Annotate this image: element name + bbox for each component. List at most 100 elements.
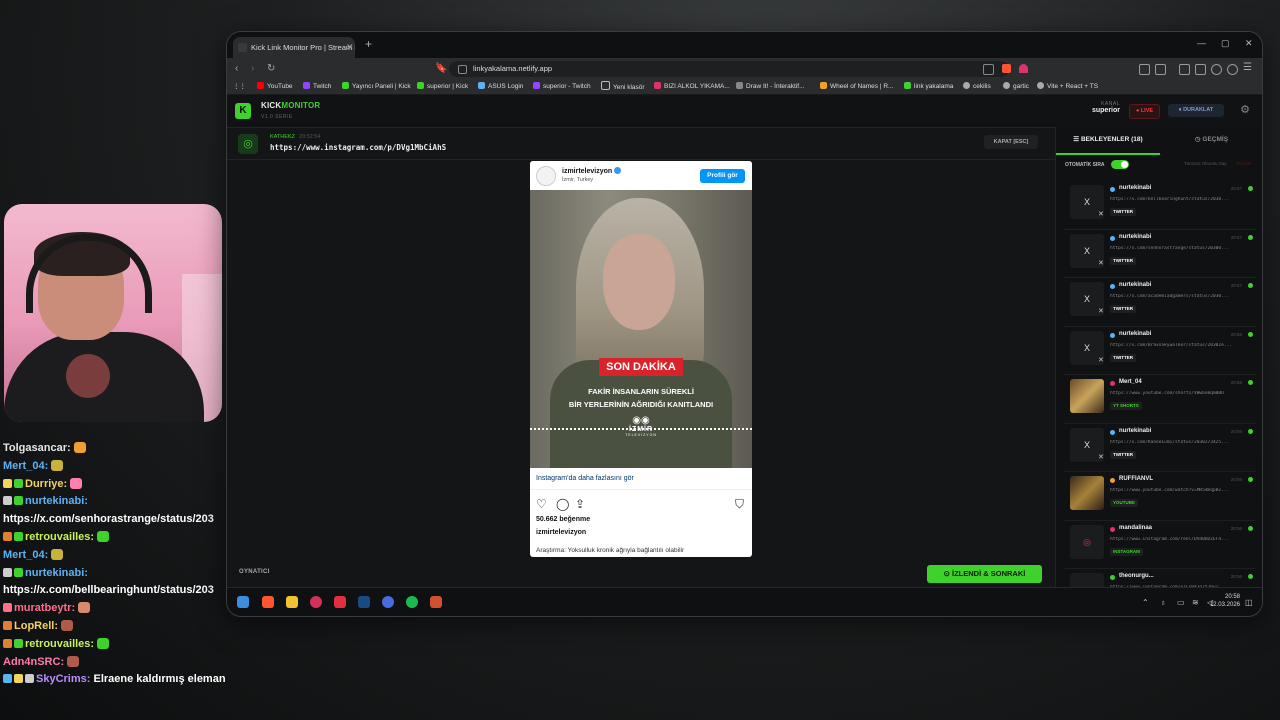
close-tab-icon[interactable]: ✕ bbox=[346, 37, 354, 58]
share-icon[interactable] bbox=[983, 64, 994, 75]
network-icon[interactable]: ▭ bbox=[1177, 598, 1185, 607]
forward-button[interactable]: › bbox=[251, 63, 254, 74]
app-icon[interactable] bbox=[382, 596, 394, 608]
instagram-embed[interactable]: izmirtelevizyon İzmir, Turkey Profili gö… bbox=[530, 161, 752, 557]
comment-icon[interactable]: ◯ bbox=[556, 497, 569, 511]
apps-icon[interactable]: ⋮⋮ bbox=[233, 81, 246, 93]
bookmark-folder[interactable]: Yeni klasör bbox=[601, 81, 645, 94]
maximize-button[interactable]: ▢ bbox=[1221, 38, 1230, 49]
sidebar-icon[interactable] bbox=[1179, 64, 1190, 75]
tab-favicon-icon bbox=[238, 43, 247, 52]
save-icon[interactable]: ⛉ bbox=[735, 497, 744, 512]
mark-all-read-button[interactable]: Tümünü Okundu Say bbox=[1184, 161, 1227, 166]
status-dot bbox=[1248, 380, 1253, 385]
brave-rewards-icon[interactable] bbox=[1019, 64, 1028, 73]
file-explorer-icon[interactable] bbox=[286, 596, 298, 608]
pause-button[interactable]: ⏸ DURAKLAT bbox=[1168, 104, 1224, 117]
wifi-icon[interactable]: ≋ bbox=[1192, 598, 1199, 607]
back-button[interactable]: ‹ bbox=[235, 63, 238, 74]
queue-item[interactable]: X ✕ nurtekinabi https://x.com/KanoeLumi/… bbox=[1064, 424, 1256, 472]
queue-panel: ☰ BEKLEYENLER (18) ◷ GEÇMİŞ OTOMATİK SIR… bbox=[1055, 127, 1262, 593]
queue-item[interactable]: ◎ mandalinaa https://www.instagram.com/r… bbox=[1064, 521, 1256, 569]
app-icon[interactable] bbox=[334, 596, 346, 608]
platform-dot bbox=[1110, 526, 1115, 532]
settings-icon[interactable]: ⚙ bbox=[1240, 103, 1250, 116]
watched-next-button[interactable]: ⊙ İZLENDİ & SONRAKİ bbox=[927, 565, 1042, 583]
bookmark-item[interactable]: Twitch bbox=[303, 81, 331, 93]
close-window-button[interactable]: ✕ bbox=[1245, 38, 1253, 49]
bookmark-item[interactable]: BIZI ALKOL YIKAMA... bbox=[654, 81, 730, 93]
wallet-icon[interactable] bbox=[1195, 64, 1206, 75]
post-location[interactable]: İzmir, Turkey bbox=[562, 177, 593, 183]
clear-button[interactable]: Temizle bbox=[1236, 161, 1251, 166]
bookmark-item[interactable]: YouTube bbox=[257, 81, 293, 93]
account-name[interactable]: izmirtelevizyon bbox=[562, 167, 622, 175]
view-more-link[interactable]: Instagram'da daha fazlasını gör bbox=[536, 475, 634, 482]
bookmark-item[interactable]: link yakalama bbox=[904, 81, 953, 93]
queue-item[interactable]: X ✕ nurtekinabi https://x.com/academiadg… bbox=[1064, 278, 1256, 327]
emote-icon bbox=[78, 602, 91, 614]
chat-line: Durriye: bbox=[0, 476, 226, 494]
app-icon[interactable] bbox=[430, 596, 442, 608]
spotify-icon[interactable] bbox=[406, 596, 418, 608]
bookmark-item[interactable]: Vite + React + TS bbox=[1037, 81, 1098, 93]
brave-browser-icon[interactable] bbox=[262, 596, 274, 608]
queue-time: 20:57 bbox=[1230, 283, 1242, 288]
url-field[interactable]: linkyakalama.netlify.app bbox=[449, 61, 1009, 77]
queue-item[interactable]: X ✕ nurtekinabi https://x.com/bellbearin… bbox=[1064, 181, 1256, 230]
post-image[interactable]: SON DAKİKA FAKİR İNSANLARIN SÜREKLİ BİR … bbox=[530, 190, 752, 468]
new-tab-button[interactable]: + bbox=[365, 37, 372, 51]
screenshot-icon[interactable] bbox=[1155, 64, 1166, 75]
bookmark-item[interactable]: ASUS Login bbox=[478, 81, 523, 93]
puzzle-icon[interactable] bbox=[1211, 64, 1222, 75]
bookmark-item[interactable]: cekilis bbox=[963, 81, 991, 93]
menu-icon[interactable]: ☰ bbox=[1243, 62, 1252, 73]
reload-icon[interactable]: ↻ bbox=[267, 63, 275, 74]
windows-start-icon[interactable] bbox=[237, 596, 249, 608]
chevron-up-icon[interactable]: ⌃ bbox=[1142, 598, 1149, 607]
queue-item[interactable]: X ✕ nurtekinabi https://x.com/senhorastr… bbox=[1064, 230, 1256, 278]
live-badge: ● LIVE bbox=[1129, 104, 1160, 119]
vpn-icon[interactable] bbox=[1227, 64, 1238, 75]
extension-icon[interactable] bbox=[1139, 64, 1150, 75]
embed-header: izmirtelevizyon İzmir, Turkey Profili gö… bbox=[530, 161, 752, 190]
queue-item[interactable]: Mert_04 https://www.youtube.com/shorts/V… bbox=[1064, 375, 1256, 424]
microphone-icon[interactable]: ♁ bbox=[1160, 598, 1166, 607]
share-icon[interactable]: ⇪ bbox=[575, 497, 585, 511]
current-link-area: ◎ KATHEKZ 20:52:54 https://www.instagram.… bbox=[227, 127, 1055, 587]
queue-item[interactable]: X ✕ nurtekinabi https://x.com/BravoSkywa… bbox=[1064, 327, 1256, 375]
heart-icon[interactable]: ♡ bbox=[536, 497, 547, 511]
view-profile-button[interactable]: Profili gör bbox=[700, 169, 745, 183]
bookmark-item[interactable]: superior - Twitch bbox=[533, 81, 591, 93]
notification-icon[interactable]: ◫ bbox=[1245, 598, 1253, 607]
bookmark-icon[interactable]: 🔖 bbox=[435, 63, 447, 74]
bookmark-item[interactable]: Draw It! - İnteraktif... bbox=[736, 81, 805, 93]
taskbar-clock[interactable]: 20:58 12.03.2026 bbox=[1210, 593, 1240, 609]
current-link[interactable]: https://www.instagram.com/p/DVg1MbCiAhS bbox=[270, 143, 446, 152]
steam-icon[interactable] bbox=[358, 596, 370, 608]
brave-shield-icon[interactable] bbox=[1002, 64, 1011, 73]
queue-item[interactable]: RUFFIANVL https://www.youtube.com/watch?… bbox=[1064, 472, 1256, 521]
browser-tab[interactable]: Kick Link Monitor Pro | Stream D ✕ bbox=[233, 37, 355, 58]
tab-waiting[interactable]: ☰ BEKLEYENLER (18) bbox=[1056, 127, 1160, 155]
auto-queue-toggle[interactable] bbox=[1111, 160, 1129, 169]
queue-url: https://x.com/KanoeLumi/status/203027342… bbox=[1110, 439, 1230, 445]
bookmark-item[interactable]: Yayıncı Paneli | Kick bbox=[342, 81, 411, 93]
platform-dot bbox=[1110, 187, 1115, 192]
queue-time: 20:56 bbox=[1230, 331, 1242, 337]
queue-url: https://x.com/bellbearinghunt/status/203… bbox=[1110, 197, 1230, 202]
tab-history[interactable]: ◷ GEÇMİŞ bbox=[1160, 127, 1262, 153]
queue-url: https://x.com/senhorastrange/status/2030… bbox=[1110, 245, 1230, 251]
emote-icon bbox=[73, 442, 86, 453]
close-button[interactable]: KAPAT [ESC] bbox=[984, 135, 1038, 149]
app-icon[interactable] bbox=[310, 596, 322, 608]
bookmark-item[interactable]: superior | Kick bbox=[417, 81, 468, 93]
bookmark-item[interactable]: Wheel of Names | R... bbox=[820, 81, 893, 93]
video-thumbnail bbox=[1070, 476, 1104, 510]
platform-dot bbox=[1110, 332, 1115, 338]
avatar[interactable] bbox=[536, 166, 556, 186]
minimize-button[interactable]: — bbox=[1197, 38, 1206, 48]
bookmark-item[interactable]: gartic bbox=[1003, 81, 1029, 93]
post-username[interactable]: izmirtelevizyon bbox=[536, 529, 586, 536]
x-icon: ✕ bbox=[1098, 356, 1104, 364]
